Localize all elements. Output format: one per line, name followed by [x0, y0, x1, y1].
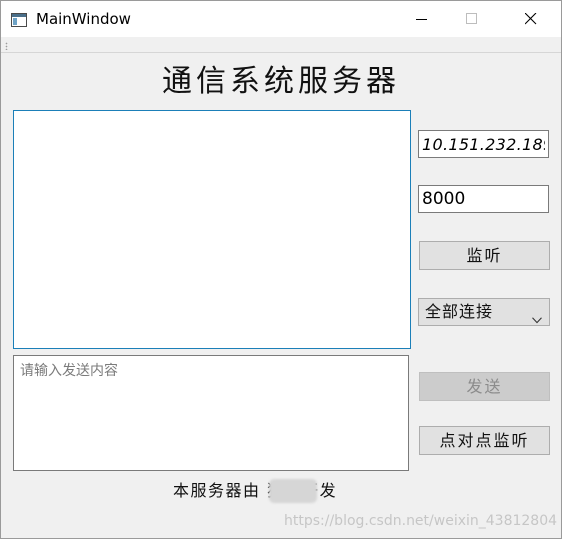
port-field[interactable] — [418, 185, 549, 213]
chevron-down-icon — [532, 309, 542, 328]
listen-button[interactable]: 监听 — [419, 241, 550, 270]
connection-target-select[interactable]: 全部连接 — [418, 298, 550, 326]
connection-target-value: 全部连接 — [425, 302, 494, 321]
send-button[interactable]: 发送 — [419, 372, 550, 401]
blog-watermark: https://blog.csdn.net/weixin_43812804 — [284, 513, 558, 529]
toolbar — [1, 38, 561, 53]
window-title: MainWindow — [36, 10, 131, 28]
redacted-name-blur — [269, 479, 317, 503]
window-app-icon — [11, 12, 27, 27]
maximize-button[interactable] — [449, 1, 495, 37]
minimize-button[interactable] — [399, 1, 445, 37]
maximize-icon — [466, 13, 477, 24]
send-content-input[interactable] — [13, 355, 409, 471]
toolbar-grip-handle[interactable] — [5, 42, 8, 50]
main-window: MainWindow 通信系统服务器 监听 全部连接 — [0, 0, 562, 539]
title-bar[interactable]: MainWindow — [1, 1, 561, 37]
message-log-area[interactable] — [13, 110, 411, 349]
minimize-icon — [416, 19, 427, 20]
page-title: 通信系统服务器 — [162, 64, 400, 99]
ip-address-field[interactable] — [418, 130, 549, 158]
close-button[interactable] — [508, 1, 554, 37]
close-icon — [525, 13, 537, 25]
p2p-listen-button[interactable]: 点对点监听 — [419, 426, 550, 455]
